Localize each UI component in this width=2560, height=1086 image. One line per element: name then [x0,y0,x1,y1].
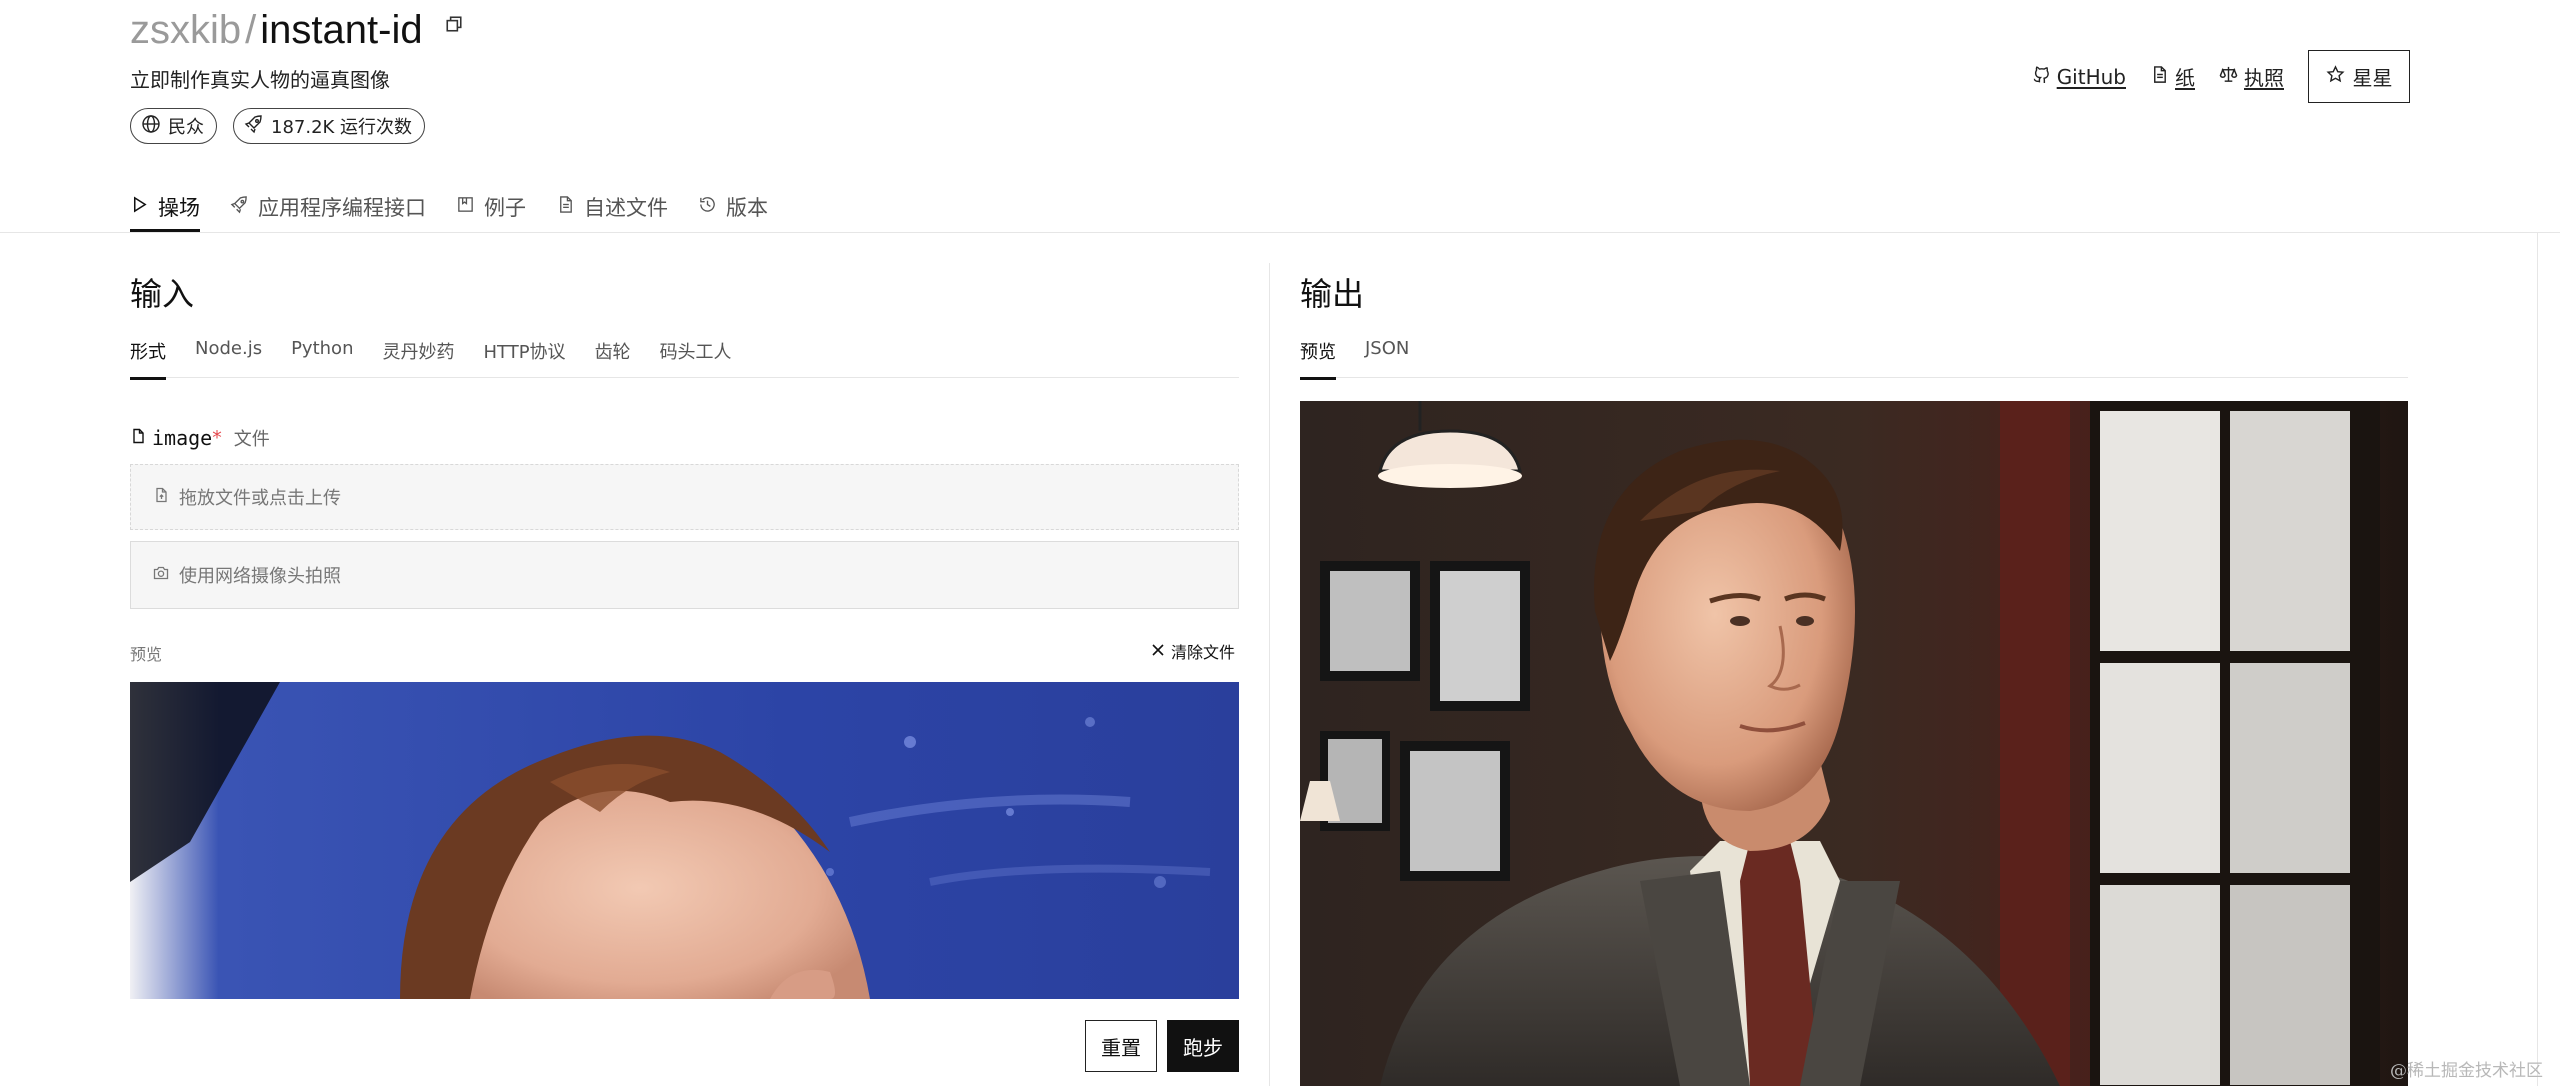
webcam-button[interactable]: 使用网络摄像头拍照 [130,541,1239,609]
tab-label: 自述文件 [584,196,668,220]
globe-icon [141,114,161,139]
image-field-label: image * 文件 [130,425,270,451]
star-button[interactable]: 星星 [2308,50,2410,103]
run-count-badge: 187.2K 运行次数 [233,108,426,144]
copy-icon[interactable] [445,15,463,33]
paper-link[interactable]: 纸 [2150,62,2195,91]
model-title: zsxkib / instant-id [130,8,463,53]
webcam-label: 使用网络摄像头拍照 [179,566,341,587]
model-badges: 民众 187.2K 运行次数 [130,108,426,144]
output-image [1300,401,2408,1086]
tab-api[interactable]: 应用程序编程接口 [230,188,426,232]
subtab-http[interactable]: HTTP协议 [483,338,565,378]
tab-playground[interactable]: 操场 [130,188,200,232]
run-count-label: 187.2K 运行次数 [271,117,413,138]
content-edge-divider [2537,233,2538,1086]
scale-icon [2219,65,2238,89]
license-link[interactable]: 执照 [2219,62,2284,91]
field-type: 文件 [233,429,270,450]
close-icon [1151,642,1165,661]
form-actions: 重置 跑步 [1085,1020,1239,1072]
model-name[interactable]: instant-id [260,8,422,53]
preview-label: 预览 [130,645,163,664]
github-label: GitHub [2056,64,2126,89]
subtab-preview[interactable]: 预览 [1300,338,1336,380]
subtab-elixir[interactable]: 灵丹妙药 [382,338,454,378]
rocket-icon [244,114,264,139]
document-icon [2150,65,2169,89]
tab-examples[interactable]: 例子 [456,188,526,232]
subtab-python[interactable]: Python [291,338,353,378]
page-header: zsxkib / instant-id 立即制作真实人物的逼真图像 民众 187… [130,0,2410,232]
bookmark-icon [456,195,475,219]
run-button[interactable]: 跑步 [1167,1020,1239,1072]
file-icon [130,427,146,449]
subtab-nodejs[interactable]: Node.js [195,338,262,378]
tab-label: 例子 [484,196,526,220]
watermark-text: @稀土掘金技术社区 [2390,1061,2543,1081]
field-name: image [152,426,213,450]
reset-button[interactable]: 重置 [1085,1020,1157,1072]
license-label: 执照 [2244,66,2284,90]
play-icon [130,195,149,219]
tab-readme[interactable]: 自述文件 [556,188,668,232]
history-icon [698,195,717,219]
rocket-icon [230,195,249,219]
subtab-cog[interactable]: 齿轮 [595,338,631,378]
subtab-json[interactable]: JSON [1365,338,1409,378]
camera-icon [153,565,169,586]
tab-versions[interactable]: 版本 [698,188,768,232]
output-format-tabs: 预览 JSON [1300,338,2408,380]
document-icon [556,195,575,219]
tab-label: 操场 [158,196,200,220]
title-separator: / [245,8,257,52]
tab-label: 应用程序编程接口 [258,196,426,220]
column-divider [1269,263,1270,1086]
model-description: 立即制作真实人物的逼真图像 [130,68,390,92]
input-format-tabs: 形式 Node.js Python 灵丹妙药 HTTP协议 齿轮 码头工人 [130,338,1239,380]
paper-label: 纸 [2175,66,2195,90]
github-link[interactable]: GitHub [2032,65,2126,89]
dropzone-label: 拖放文件或点击上传 [179,488,341,509]
subtab-form[interactable]: 形式 [130,338,166,380]
input-image-preview [130,682,1239,999]
visibility-badge: 民众 [130,108,217,144]
upload-file-icon [153,487,169,508]
input-title: 输入 [130,275,195,313]
star-icon [2325,64,2345,89]
tab-label: 版本 [726,196,768,220]
input-panel: 输入 形式 Node.js Python 灵丹妙药 HTTP协议 齿轮 码头工人… [130,233,1239,1086]
header-links: GitHub 纸 执照 星星 [2032,50,2410,103]
clear-file-button[interactable]: 清除文件 [1151,639,1235,663]
clear-file-label: 清除文件 [1170,643,1235,662]
model-tabs: 操场 应用程序编程接口 例子 自述文件 版本 [130,188,768,232]
required-marker: * [212,427,222,449]
output-title: 输出 [1300,275,1365,313]
star-label: 星星 [2352,66,2393,90]
visibility-label: 民众 [168,117,204,138]
file-dropzone[interactable]: 拖放文件或点击上传 [130,464,1239,530]
owner-link[interactable]: zsxkib [130,8,241,53]
github-icon [2032,65,2051,89]
subtab-docker[interactable]: 码头工人 [660,338,732,378]
output-panel: 输出 预览 JSON [1300,233,2408,1086]
